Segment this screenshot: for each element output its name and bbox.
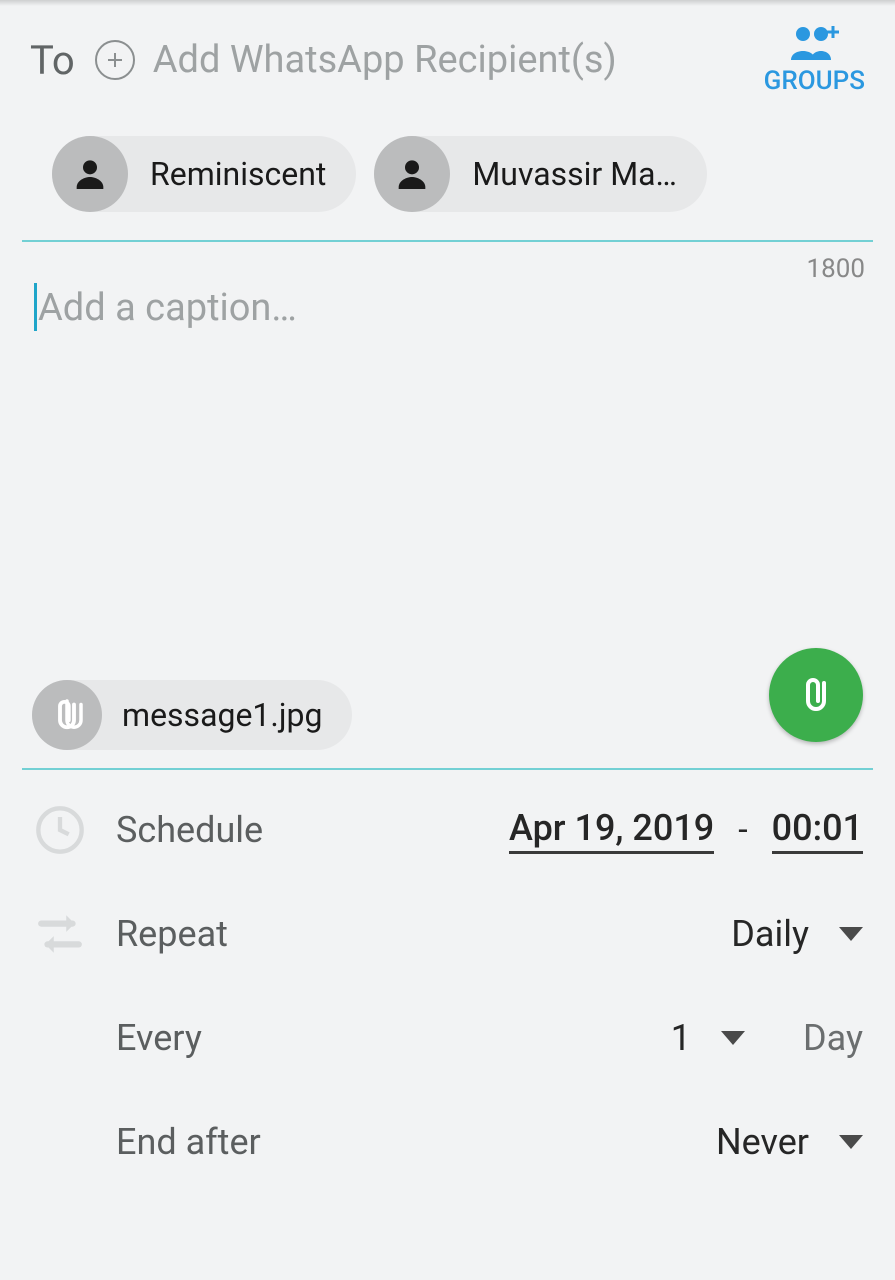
schedule-label: Schedule: [116, 809, 509, 851]
add-recipient-icon[interactable]: [95, 40, 135, 80]
attachment-filename: message1.jpg: [122, 696, 322, 734]
person-icon: [52, 136, 128, 212]
settings-section: Schedule Apr 19, 2019 - 00:01 Repeat Dai…: [22, 770, 873, 1194]
repeat-label: Repeat: [116, 913, 731, 955]
groups-label: GROUPS: [764, 66, 865, 96]
every-count: 1: [671, 1017, 691, 1059]
schedule-date[interactable]: Apr 19, 2019: [509, 807, 714, 854]
recipient-chips: Reminiscent Muvassir Ma…: [22, 106, 873, 242]
clock-icon: [32, 802, 88, 858]
attachment-row: message1.jpg: [22, 672, 873, 770]
end-after-value: Never: [716, 1121, 809, 1163]
chevron-down-icon: [721, 1031, 745, 1045]
text-cursor: [34, 283, 37, 331]
caption-input[interactable]: Add a caption…: [32, 286, 863, 330]
recipient-header: To Add WhatsApp Recipient(s) GROUPS: [0, 6, 895, 106]
repeat-value: Daily: [731, 913, 809, 955]
every-row: Every 1 Day: [22, 986, 873, 1090]
to-label: To: [30, 37, 75, 84]
recipient-name: Muvassir Ma…: [472, 155, 677, 193]
end-after-label: End after: [116, 1121, 716, 1163]
chevron-down-icon: [839, 927, 863, 941]
caption-area[interactable]: 1800 Add a caption…: [22, 242, 873, 672]
add-recipient-placeholder[interactable]: Add WhatsApp Recipient(s): [153, 38, 764, 82]
groups-icon: [785, 24, 843, 62]
repeat-row: Repeat Daily: [22, 882, 873, 986]
char-count: 1800: [807, 254, 865, 284]
recipient-name: Reminiscent: [150, 155, 326, 193]
repeat-dropdown[interactable]: Daily: [731, 913, 863, 955]
attachment-chip[interactable]: message1.jpg: [32, 680, 352, 750]
every-label: Every: [116, 1017, 671, 1059]
schedule-time[interactable]: 00:01: [772, 807, 863, 854]
every-count-dropdown[interactable]: 1: [671, 1017, 745, 1059]
repeat-icon: [32, 906, 88, 962]
schedule-row: Schedule Apr 19, 2019 - 00:01: [22, 778, 873, 882]
caption-placeholder: Add a caption…: [32, 286, 297, 330]
dash-separator: -: [732, 810, 753, 850]
chevron-down-icon: [839, 1135, 863, 1149]
recipient-chip[interactable]: Reminiscent: [52, 136, 356, 212]
groups-button[interactable]: GROUPS: [764, 24, 865, 96]
attach-button[interactable]: [769, 648, 863, 742]
end-after-dropdown[interactable]: Never: [716, 1121, 863, 1163]
paperclip-icon: [792, 671, 840, 719]
every-unit: Day: [803, 1017, 863, 1059]
person-icon: [374, 136, 450, 212]
recipient-chip[interactable]: Muvassir Ma…: [374, 136, 707, 212]
end-after-row: End after Never: [22, 1090, 873, 1194]
attachment-icon: [32, 680, 102, 750]
